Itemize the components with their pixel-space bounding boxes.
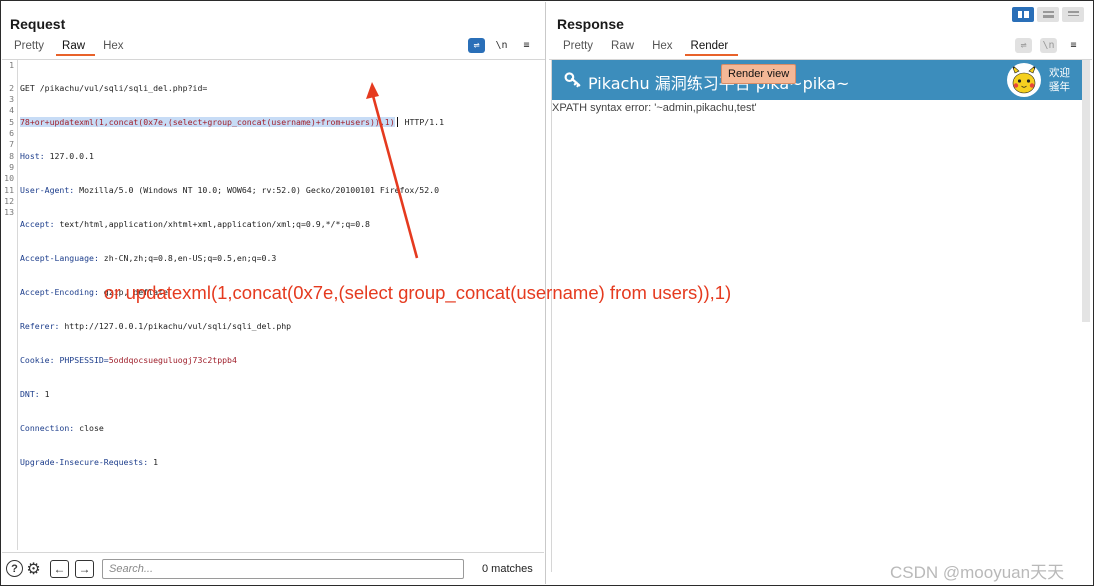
tab-hex[interactable]: Hex — [97, 40, 135, 56]
line-number: 12 — [4, 196, 14, 207]
header-key: Accept-Encoding: — [20, 286, 99, 297]
header-value: 127.0.0.1 — [44, 150, 94, 161]
header-value: text/html,application/xhtml+xml,applicat… — [54, 218, 370, 229]
line-gutter: 1 2 3 4 5 6 7 8 9 10 11 12 13 — [2, 60, 18, 550]
request-title: Request — [10, 16, 66, 32]
previous-arrow-icon[interactable]: ← — [50, 560, 69, 578]
header-value: close — [74, 423, 104, 433]
header-key: Accept: — [20, 218, 55, 229]
tab-pretty[interactable]: Pretty — [8, 40, 56, 56]
pikachu-icon — [1011, 64, 1037, 94]
search-bar: ? ⚙ ← → Search... 0 matches — [2, 552, 544, 584]
request-line: Upgrade-Insecure-Requests: 1 — [20, 457, 540, 468]
response-tools: ⇌ \n ≡ — [1015, 38, 1082, 53]
line-number: 1 — [9, 60, 14, 70]
newline-icon[interactable]: \n — [493, 38, 510, 53]
request-line: Host: 127.0.0.1 — [20, 151, 540, 162]
tab-raw[interactable]: Raw — [605, 40, 646, 56]
injected-payload: 78+or+updatexml(1,concat(0x7e,(select+gr… — [20, 116, 395, 127]
header-value: zh-CN,zh;q=0.8,en-US;q=0.5,en;q=0.3 — [98, 252, 277, 263]
response-tabs: Pretty Raw Hex Render — [555, 40, 740, 56]
pikachu-avatar — [1007, 63, 1041, 97]
cookie-name: PHPSESSID= — [54, 354, 109, 365]
request-line: Cookie: PHPSESSID=5oddqocsueguluogj73c2t… — [20, 355, 540, 366]
line-number: 2 — [9, 82, 14, 93]
key-icon — [564, 72, 581, 88]
line-number: 10 — [4, 173, 14, 184]
render-view-tooltip: Render view — [721, 64, 797, 84]
header-value: 1 — [39, 388, 50, 399]
response-title: Response — [557, 16, 624, 32]
match-count: 0 matches — [482, 563, 533, 575]
request-line: GET /pikachu/vul/sqli/sqli_del.php?id= — [20, 83, 540, 94]
line-number: 8 — [9, 150, 14, 161]
request-line: Accept-Language: zh-CN,zh;q=0.8,en-US;q=… — [20, 253, 540, 264]
help-icon[interactable]: ? — [6, 560, 23, 577]
request-line: Accept: text/html,application/xhtml+xml,… — [20, 219, 540, 230]
line-number: 5 — [9, 116, 14, 127]
request-line: Referer: http://127.0.0.1/pikachu/vul/sq… — [20, 321, 540, 332]
cookie-value: 5oddqocsueguluogj73c2tppb4 — [108, 354, 237, 365]
menu-icon[interactable]: ≡ — [518, 38, 535, 53]
header-value: Mozilla/5.0 (Windows NT 10.0; WOW64; rv:… — [74, 184, 440, 195]
request-line: Connection: close — [20, 423, 540, 434]
watermark: CSDN @mooyuan天天 — [890, 563, 1065, 582]
request-code: GET /pikachu/vul/sqli/sqli_del.php?id= 7… — [20, 60, 540, 491]
render-scrollbar[interactable] — [1082, 60, 1090, 322]
tab-hex[interactable]: Hex — [646, 40, 684, 56]
request-line-text: GET /pikachu/vul/sqli/sqli_del.php?id= — [20, 82, 208, 93]
line-number: 13 — [4, 207, 14, 218]
line-number: 7 — [9, 139, 14, 150]
site-title: Pikachu 漏洞练习平台 pika~pika~ — [588, 74, 850, 93]
wrap-icon[interactable]: ⇌ — [468, 38, 485, 53]
xpath-error-message: XPATH syntax error: '~admin,pikachu,test… — [552, 102, 757, 114]
horizontal-view-icon[interactable] — [1037, 7, 1059, 22]
site-banner: Pikachu 漏洞练习平台 pika~pika~ 欢迎 骚年 — [552, 60, 1082, 100]
line-number: 3 — [9, 94, 14, 105]
header-key: Accept-Language: — [20, 252, 99, 263]
line-number: 11 — [4, 184, 14, 195]
http-version: HTTP/1.1 — [399, 116, 445, 127]
wrap-icon[interactable]: ⇌ — [1015, 38, 1032, 53]
payload-annotation: or updatexml(1,concat(0x7e,(select group… — [104, 282, 732, 303]
tab-raw[interactable]: Raw — [56, 40, 97, 56]
header-key: Upgrade-Insecure-Requests: — [20, 457, 149, 468]
single-view-icon[interactable] — [1062, 7, 1084, 22]
menu-icon[interactable]: ≡ — [1065, 38, 1082, 53]
header-key: Referer: — [20, 320, 60, 331]
request-tools: ⇌ \n ≡ — [468, 38, 535, 53]
request-line: DNT: 1 — [20, 389, 540, 400]
line-number: 9 — [9, 162, 14, 173]
welcome-text: 欢迎 骚年 — [1049, 67, 1070, 93]
layout-switcher — [1012, 7, 1084, 22]
request-line: User-Agent: Mozilla/5.0 (Windows NT 10.0… — [20, 185, 540, 196]
header-key: User-Agent: — [20, 184, 75, 195]
tab-pretty[interactable]: Pretty — [557, 40, 605, 56]
settings-gear-icon[interactable]: ⚙ — [25, 560, 42, 578]
line-number: 6 — [9, 128, 14, 139]
text-caret — [396, 117, 398, 128]
header-key: Connection: — [20, 423, 75, 433]
newline-icon[interactable]: \n — [1040, 38, 1057, 53]
request-editor[interactable]: 1 2 3 4 5 6 7 8 9 10 11 12 13 GET /pikac… — [2, 60, 544, 550]
header-value: http://127.0.0.1/pikachu/vul/sqli/sqli_d… — [59, 320, 292, 331]
header-value: 1 — [148, 457, 159, 468]
next-arrow-icon[interactable]: → — [75, 560, 94, 578]
split-view-icon[interactable] — [1012, 7, 1034, 22]
search-input[interactable]: Search... — [102, 559, 464, 579]
tab-render[interactable]: Render — [684, 40, 741, 56]
line-number-wrap — [2, 71, 14, 82]
request-line: 78+or+updatexml(1,concat(0x7e,(select+gr… — [20, 116, 540, 128]
header-key: DNT: — [20, 388, 40, 399]
request-tabs: Pretty Raw Hex — [8, 40, 136, 56]
header-key: Cookie: — [20, 354, 55, 365]
render-view: Pikachu 漏洞练习平台 pika~pika~ 欢迎 骚年 XPATH sy… — [551, 60, 1082, 572]
header-key: Host: — [20, 150, 45, 161]
line-number: 4 — [9, 105, 14, 116]
